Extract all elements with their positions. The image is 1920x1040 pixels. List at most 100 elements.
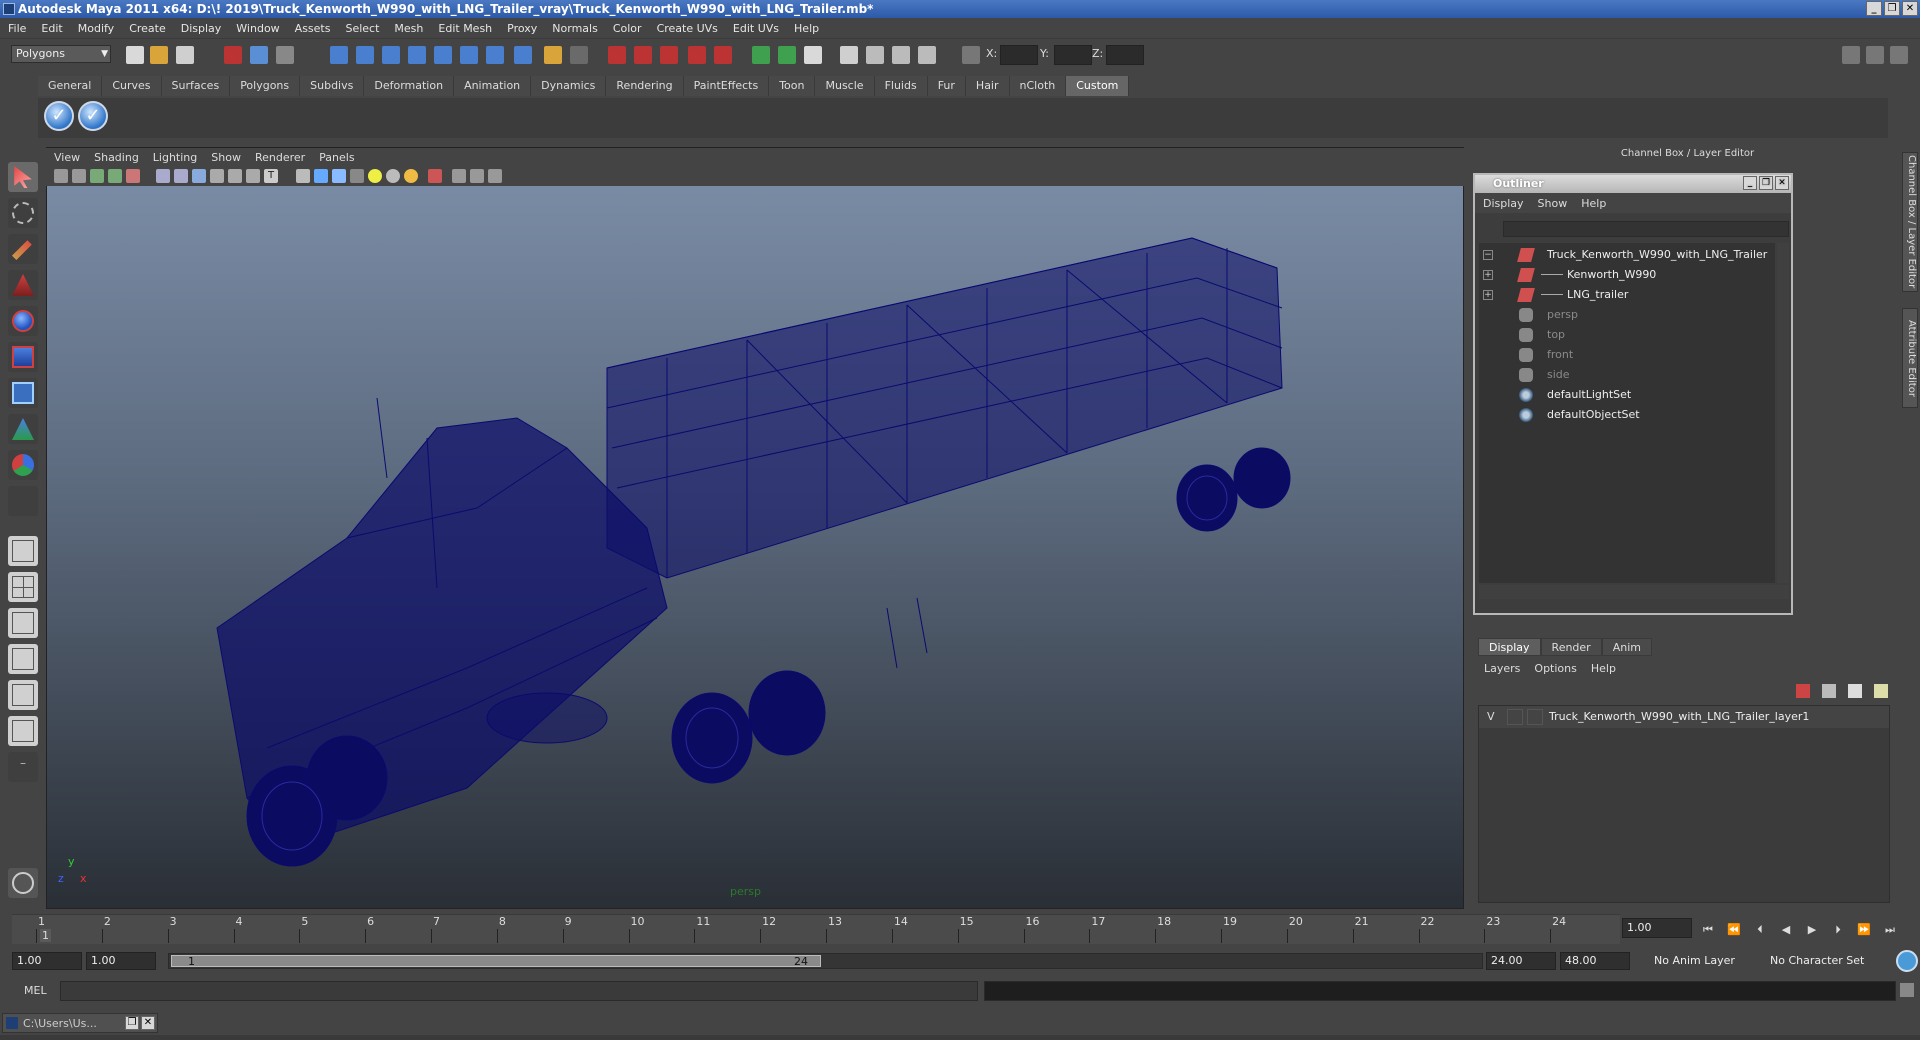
playback-end-field[interactable]: 24.00 xyxy=(1486,952,1556,970)
go-to-end-button[interactable]: ⏭ xyxy=(1882,923,1898,937)
layout-hypershade-outliner[interactable] xyxy=(8,680,38,710)
menu-edit[interactable]: Edit xyxy=(41,22,62,35)
side-tab-attribute-editor[interactable]: Attribute Editor xyxy=(1902,308,1918,408)
render-view-icon[interactable] xyxy=(714,46,732,64)
lasso-tool[interactable] xyxy=(8,198,38,228)
layer-type-toggle[interactable] xyxy=(1507,709,1523,725)
outliner-item[interactable]: side xyxy=(1479,365,1769,385)
layout-more[interactable]: – xyxy=(8,752,38,782)
image-plane-icon[interactable] xyxy=(108,169,122,183)
input-line-icon[interactable] xyxy=(752,46,770,64)
textured-icon[interactable] xyxy=(350,169,364,183)
outliner-item[interactable]: defaultLightSet xyxy=(1479,385,1769,405)
outliner-item[interactable]: persp xyxy=(1479,305,1769,325)
outliner-item[interactable]: + Kenworth_W990 xyxy=(1479,265,1769,285)
menu-file[interactable]: File xyxy=(8,22,26,35)
grid-icon[interactable] xyxy=(156,169,170,183)
outliner-filter-field[interactable] xyxy=(1503,221,1789,237)
universal-manipulator-tool[interactable] xyxy=(8,378,38,408)
film-gate-icon[interactable] xyxy=(174,169,188,183)
layout-persp-outliner[interactable] xyxy=(8,608,38,638)
all-lights-icon[interactable] xyxy=(386,169,400,183)
safe-title-icon[interactable]: T xyxy=(264,169,278,183)
new-scene-icon[interactable] xyxy=(126,46,144,64)
shelf-tab-custom[interactable]: Custom xyxy=(1066,76,1130,96)
move-tool[interactable] xyxy=(8,270,38,300)
wireframe-icon[interactable] xyxy=(296,169,310,183)
soft-mod-tool[interactable] xyxy=(8,414,38,444)
menu-set-dropdown[interactable]: Polygons ▼ xyxy=(11,45,111,63)
xray-active-icon[interactable] xyxy=(488,169,502,183)
perspective-icon[interactable] xyxy=(918,46,936,64)
outliner-item[interactable]: defaultObjectSet xyxy=(1479,405,1769,425)
scale-tool[interactable] xyxy=(8,342,38,372)
close-button[interactable]: ✕ xyxy=(1902,1,1918,16)
step-forward-key-button[interactable]: ⏩ xyxy=(1856,923,1872,937)
z-field[interactable] xyxy=(1106,45,1144,65)
shelf-tab-rendering[interactable]: Rendering xyxy=(606,76,684,96)
shelf-tab-general[interactable]: General xyxy=(38,76,103,96)
render-settings-icon[interactable] xyxy=(660,46,678,64)
render-region-icon[interactable] xyxy=(840,46,858,64)
menu-color[interactable]: Color xyxy=(613,22,642,35)
shelf-button-check-2[interactable]: ✓ xyxy=(78,101,108,131)
create-layer-from-selected-icon[interactable] xyxy=(1874,684,1888,698)
anim-layer-dropdown[interactable]: No Anim Layer xyxy=(1650,952,1750,970)
perspective-viewport[interactable] xyxy=(46,147,1464,909)
last-tool[interactable] xyxy=(8,486,38,516)
mel-input[interactable] xyxy=(60,981,978,1001)
show-channel-box-icon[interactable] xyxy=(1842,46,1860,64)
outliner-item[interactable]: + LNG_trailer xyxy=(1479,285,1769,305)
camera-attributes-icon[interactable] xyxy=(72,169,86,183)
rename-icon[interactable] xyxy=(778,46,796,64)
layer-color-swatch[interactable] xyxy=(1527,709,1543,725)
minimized-close-button[interactable]: ✕ xyxy=(141,1016,155,1030)
show-manipulator-tool[interactable] xyxy=(8,450,38,480)
snap-curve-icon[interactable] xyxy=(356,46,374,64)
outliner-item[interactable]: − Truck_Kenworth_W990_with_LNG_Trailer xyxy=(1479,245,1769,265)
gate-mask-icon[interactable] xyxy=(210,169,224,183)
menu-mesh[interactable]: Mesh xyxy=(394,22,423,35)
go-to-start-button[interactable]: ⏮ xyxy=(1700,923,1716,937)
expand-toggle[interactable]: + xyxy=(1483,270,1493,280)
play-backward-button[interactable]: ◀ xyxy=(1778,923,1794,937)
layer-tab-display[interactable]: Display xyxy=(1478,638,1541,656)
outliner-menu-show[interactable]: Show xyxy=(1538,197,1568,210)
layer-menu-options[interactable]: Options xyxy=(1534,662,1576,675)
viewport-menu-show[interactable]: Show xyxy=(211,151,241,164)
snap-grid-icon[interactable] xyxy=(330,46,348,64)
create-layer-icon[interactable] xyxy=(1848,684,1862,698)
minimized-restore-button[interactable]: ❐ xyxy=(125,1016,139,1030)
x-field[interactable] xyxy=(1000,45,1038,65)
wireframe-on-shaded-icon[interactable] xyxy=(332,169,346,183)
menu-create[interactable]: Create xyxy=(129,22,166,35)
shelf-tab-fluids[interactable]: Fluids xyxy=(874,76,928,96)
smooth-shade-icon[interactable] xyxy=(314,169,328,183)
step-back-key-button[interactable]: ⏪ xyxy=(1726,923,1742,937)
menu-help[interactable]: Help xyxy=(794,22,819,35)
auto-key-icon[interactable] xyxy=(1896,950,1918,972)
restore-button[interactable]: ❐ xyxy=(1884,1,1900,16)
playback-start-field[interactable]: 1.00 xyxy=(86,952,156,970)
play-forward-button[interactable]: ▶ xyxy=(1804,923,1820,937)
shelf-button-check-1[interactable]: ✓ xyxy=(44,101,74,131)
outliner-item[interactable]: front xyxy=(1479,345,1769,365)
layout-persp-trax[interactable] xyxy=(8,716,38,746)
expand-toggle[interactable]: + xyxy=(1483,290,1493,300)
viewport-menu-lighting[interactable]: Lighting xyxy=(153,151,197,164)
script-editor-button[interactable] xyxy=(8,868,38,898)
resolution-gate-icon[interactable] xyxy=(192,169,206,183)
camera-view-icon[interactable] xyxy=(892,46,910,64)
shelf-tab-painteffects[interactable]: PaintEffects xyxy=(683,76,770,96)
mel-label[interactable]: MEL xyxy=(24,984,47,997)
minimized-window[interactable]: C:\Users\Us... ❐ ✕ xyxy=(2,1013,158,1033)
clipboard-icon[interactable] xyxy=(804,46,822,64)
render-current-icon[interactable] xyxy=(608,46,626,64)
step-forward-frame-button[interactable]: ⏵ xyxy=(1830,923,1846,937)
layout-persp-graph[interactable] xyxy=(8,644,38,674)
side-tab-channel-box[interactable]: Channel Box / Layer Editor xyxy=(1902,152,1918,292)
viewport-menu-panels[interactable]: Panels xyxy=(319,151,354,164)
shelf-tab-polygons[interactable]: Polygons xyxy=(230,76,301,96)
shelf-tab-deformation[interactable]: Deformation xyxy=(364,76,455,96)
layer-tab-anim[interactable]: Anim xyxy=(1601,638,1652,656)
